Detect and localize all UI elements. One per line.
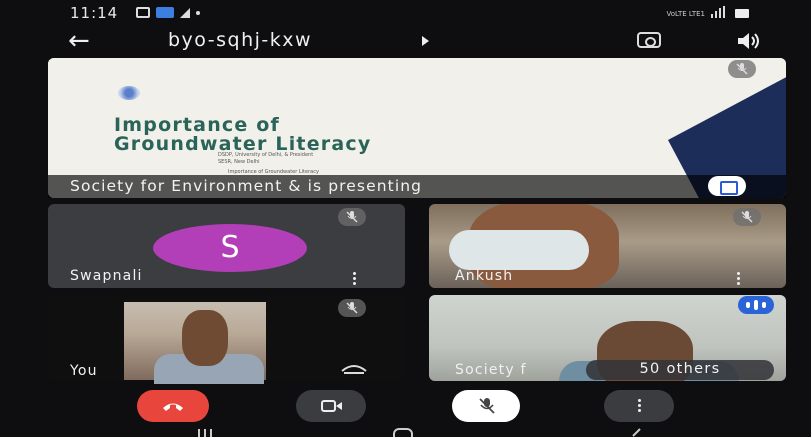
volte-label: VoLTE LTE1 xyxy=(666,10,705,18)
participant-name: Society f xyxy=(455,362,527,378)
mic-toggle-button[interactable] xyxy=(452,390,520,422)
system-icons: VoLTE LTE1 xyxy=(667,6,749,18)
mic-off-icon xyxy=(733,208,761,226)
participant-name: Swapnali xyxy=(70,268,143,284)
more-vert-icon xyxy=(638,399,641,412)
more-vert-icon[interactable] xyxy=(353,272,356,285)
slide-title: Importance of Groundwater Literacy xyxy=(114,116,371,154)
videocam-icon xyxy=(321,400,342,412)
meeting-info-chevron-icon[interactable] xyxy=(422,36,429,46)
slide-affiliation-2: SESR, New Delhi xyxy=(218,159,260,165)
self-video xyxy=(124,302,266,384)
meeting-code[interactable]: byo-sqhj-kxw xyxy=(168,29,312,51)
meeting-header: ← byo-sqhj-kxw xyxy=(0,26,811,58)
participant-mask xyxy=(449,230,589,270)
notification-icons xyxy=(136,7,200,18)
more-vert-icon[interactable] xyxy=(737,272,740,285)
gallery-icon xyxy=(136,7,150,18)
participant-name: You xyxy=(70,363,98,379)
camera-toggle-button[interactable] xyxy=(296,390,366,422)
participant-tile-swapnali[interactable]: S Swapnali xyxy=(48,204,405,288)
avatar-letter: S xyxy=(220,230,240,265)
presenting-label: Society for Environment & is presenting xyxy=(70,177,423,195)
dot-icon xyxy=(196,11,200,15)
status-time: 11:14 xyxy=(70,4,119,22)
effects-icon[interactable] xyxy=(340,361,368,375)
participant-tile-ankush[interactable]: Ankush xyxy=(429,204,786,288)
recent-apps-icon[interactable] xyxy=(196,428,214,437)
speaking-indicator-icon xyxy=(738,296,774,314)
avatar: S xyxy=(153,224,307,272)
battery-icon xyxy=(735,9,749,18)
mic-off-icon xyxy=(338,299,366,317)
slide-logo xyxy=(118,86,140,100)
slide-affiliation-1: DSDP, University of Delhi, & President xyxy=(218,152,314,158)
fullscreen-icon[interactable] xyxy=(708,176,746,196)
end-call-button[interactable] xyxy=(137,390,209,422)
mic-off-icon xyxy=(338,208,366,226)
presentation-caption: Society for Environment & is presenting xyxy=(48,175,786,198)
others-chip[interactable]: 50 others xyxy=(586,360,774,380)
others-count: 50 others xyxy=(639,361,721,377)
self-face xyxy=(182,310,228,366)
mic-off-icon xyxy=(479,398,495,414)
camera-switch-icon[interactable] xyxy=(637,32,661,48)
send-icon xyxy=(180,8,190,18)
mic-off-icon xyxy=(728,60,756,78)
status-bar: 11:14 VoLTE LTE1 xyxy=(0,0,811,26)
app-notification-icon xyxy=(156,7,174,18)
more-options-button[interactable] xyxy=(604,390,674,422)
signal-icon xyxy=(711,6,725,18)
back-nav-icon[interactable] xyxy=(630,428,642,437)
home-icon[interactable] xyxy=(392,428,414,437)
back-arrow-icon[interactable]: ← xyxy=(68,28,90,54)
participant-name: Ankush xyxy=(455,268,514,284)
speaker-icon[interactable] xyxy=(735,32,761,50)
phone-hangup-icon xyxy=(163,403,183,411)
